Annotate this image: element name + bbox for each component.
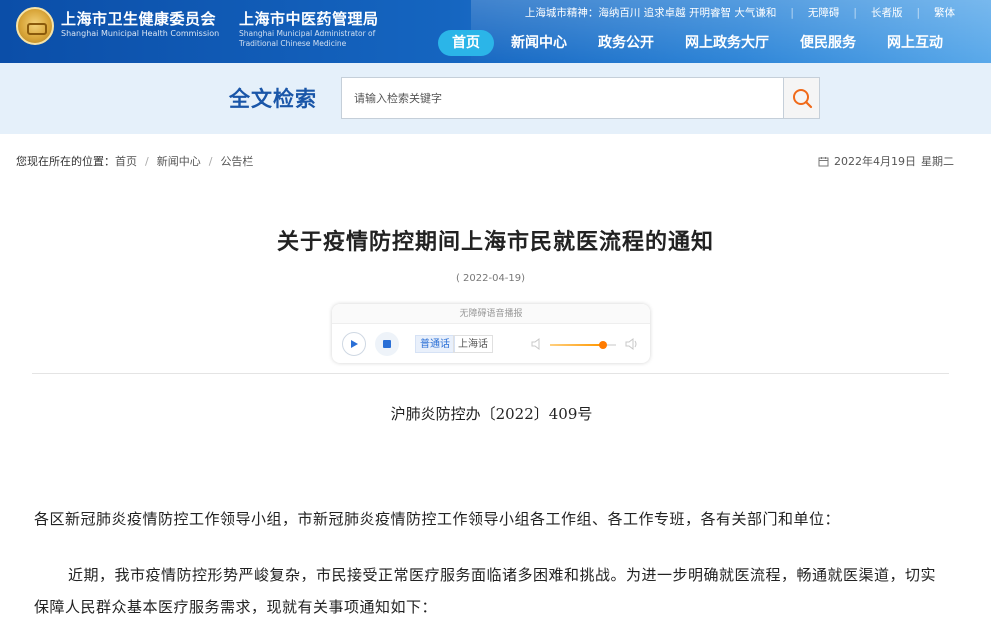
city-spirit-text: 上海城市精神：海纳百川 追求卓越 开明睿智 大气谦和 <box>524 7 777 19</box>
content-divider <box>32 373 949 374</box>
paragraph: 近期，我市疫情防控形势严峻复杂，市民接受正常医疗服务面临诸多困难和挑战。为进一步… <box>34 566 937 616</box>
elderly-mode-link[interactable]: 长者版 <box>871 5 903 20</box>
divider: | <box>790 6 794 19</box>
document-number: 沪肺炎防控办〔2022〕409号 <box>390 405 593 423</box>
article-title: 关于疫情防控期间上海市民就医流程的通知 <box>276 230 714 255</box>
divider: | <box>853 6 857 19</box>
salutation: 各区新冠肺炎疫情防控工作领导小组，市新冠肺炎疫情防控工作领导小组各工作组、各工作… <box>34 510 841 528</box>
breadcrumb-news[interactable]: 新闻中心 <box>157 153 201 169</box>
nav-item-public-services[interactable]: 便民服务 <box>786 30 870 56</box>
volume-slider-handle[interactable] <box>599 341 607 349</box>
accessibility-link[interactable]: 无障碍 <box>808 5 840 20</box>
nav-item-interaction[interactable]: 网上互动 <box>873 30 957 56</box>
search-title: 全文检索 <box>229 87 317 111</box>
utility-bar: 上海城市精神：海纳百川 追求卓越 开明睿智 大气谦和 | 无障碍 | 长者版 |… <box>525 5 955 20</box>
nav-item-news[interactable]: 新闻中心 <box>497 30 581 56</box>
date-text: 2022年4月19日 <box>834 155 916 168</box>
org1-english-name: Shanghai Municipal Health Commission <box>61 29 220 38</box>
logo-emblem-icon[interactable] <box>16 7 54 45</box>
search-button[interactable] <box>783 77 820 119</box>
nav-item-online-services[interactable]: 网上政务大厅 <box>671 30 783 56</box>
volume-high-icon[interactable] <box>625 337 639 351</box>
player-title: 无障碍语音播报 <box>332 304 650 324</box>
org2-name[interactable]: 上海市中医药管理局 <box>239 8 379 29</box>
weekday-text: 星期二 <box>921 155 954 168</box>
breadcrumb-prefix: 您现在所在的位置： <box>16 155 115 168</box>
org2-english-name: Shanghai Municipal Administrator of Trad… <box>239 29 376 48</box>
volume-fill <box>550 344 602 346</box>
org1-name[interactable]: 上海市卫生健康委员会 <box>61 8 216 29</box>
breadcrumb-home[interactable]: 首页 <box>115 153 137 169</box>
play-icon <box>351 340 358 348</box>
breadcrumb-bulletin[interactable]: 公告栏 <box>220 153 253 169</box>
nav-item-government-affairs[interactable]: 政务公开 <box>584 30 668 56</box>
article-date: ( 2022-04-19) <box>455 273 526 284</box>
voice-broadcast-player: 无障碍语音播报 普通话 上海话 <box>332 304 650 363</box>
breadcrumb-separator: / <box>208 154 213 168</box>
nav-item-home[interactable]: 首页 <box>438 30 494 56</box>
breadcrumb-separator: / <box>145 154 149 168</box>
traditional-chinese-link[interactable]: 繁体 <box>934 5 955 20</box>
search-icon <box>792 89 812 109</box>
volume-low-icon[interactable] <box>531 337 543 351</box>
site-header: 上海市卫生健康委员会 Shanghai Municipal Health Com… <box>0 0 991 63</box>
divider: | <box>916 6 920 19</box>
current-date: 2022年4月19日 星期二 <box>818 153 954 169</box>
search-band: 全文检索 <box>0 63 991 134</box>
calendar-icon <box>818 156 829 166</box>
search-input[interactable] <box>341 77 784 119</box>
stop-button[interactable] <box>375 332 399 356</box>
lang-shanghainese-option[interactable]: 上海话 <box>453 335 493 353</box>
play-button[interactable] <box>342 332 366 356</box>
stop-icon <box>383 340 391 348</box>
main-nav: 首页 新闻中心 政务公开 网上政务大厅 便民服务 网上互动 <box>438 30 960 56</box>
breadcrumb: 您现在所在的位置： 首页 / 新闻中心 / 公告栏 <box>16 153 253 169</box>
lang-mandarin-option[interactable]: 普通话 <box>415 335 455 353</box>
